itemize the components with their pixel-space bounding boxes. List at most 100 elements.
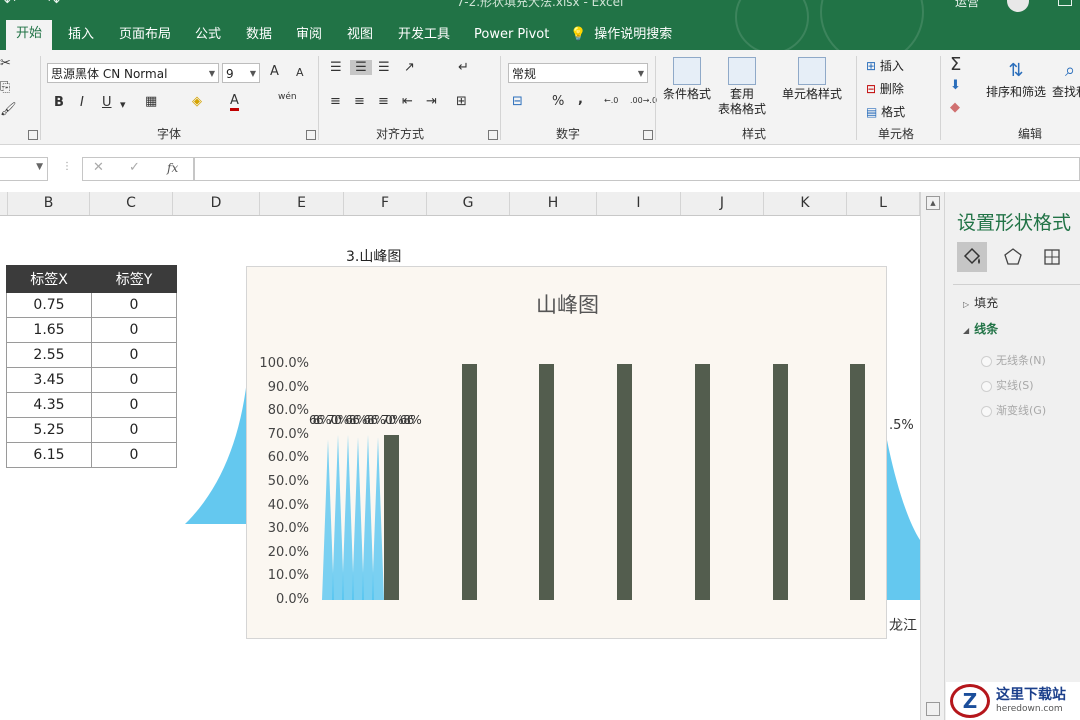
orientation-icon[interactable]: ↗: [404, 60, 415, 75]
cancel-icon[interactable]: ✕: [93, 160, 104, 175]
column-header-h[interactable]: H: [510, 192, 597, 215]
tell-me-search[interactable]: 💡 操作说明搜索: [568, 24, 674, 46]
insert-function-button[interactable]: fx: [167, 161, 178, 175]
table-cell[interactable]: 1.65: [6, 317, 92, 343]
table-cell[interactable]: 0: [91, 367, 177, 393]
format-cells-button[interactable]: ▤ 格式: [866, 103, 905, 120]
column-header-e[interactable]: E: [260, 192, 344, 215]
column-header-f[interactable]: F: [344, 192, 427, 215]
table-cell[interactable]: 5.25: [6, 417, 92, 443]
comma-button[interactable]: ,: [578, 92, 583, 107]
find-select-button[interactable]: ⌕ 查找和: [1052, 57, 1080, 100]
section-fill[interactable]: ▷ 填充: [963, 294, 998, 311]
table-cell[interactable]: 0.75: [6, 292, 92, 318]
chart-peak[interactable]: [362, 434, 374, 600]
cut-icon[interactable]: ✂: [0, 56, 11, 71]
fill-icon[interactable]: ⬇: [950, 78, 961, 93]
chart-peak[interactable]: [322, 439, 334, 600]
chart-peak[interactable]: [332, 434, 344, 600]
table-cell[interactable]: 0: [91, 442, 177, 468]
align-middle-icon[interactable]: ☰: [350, 60, 372, 75]
decrease-indent-icon[interactable]: ⇤: [402, 94, 413, 109]
formula-input[interactable]: [194, 157, 1080, 181]
section-title-cell[interactable]: 3.山峰图: [346, 246, 401, 266]
table-cell[interactable]: 0: [91, 342, 177, 368]
accounting-format-icon[interactable]: ⊟: [512, 94, 523, 109]
grow-font-button[interactable]: A: [270, 64, 279, 79]
scroll-down-icon[interactable]: [926, 702, 940, 716]
column-header-prev[interactable]: [0, 192, 8, 215]
alignment-launcher-icon[interactable]: [488, 130, 498, 140]
number-launcher-icon[interactable]: [643, 130, 653, 140]
chart-bar[interactable]: [850, 364, 866, 600]
chart-bar[interactable]: [694, 364, 710, 600]
column-header-j[interactable]: J: [681, 192, 764, 215]
tab-data[interactable]: 数据: [244, 24, 274, 46]
table-cell[interactable]: 6.15: [6, 442, 92, 468]
align-left-icon[interactable]: ≡: [330, 94, 341, 109]
radio-solid-line[interactable]: 实线(S): [981, 377, 1034, 393]
font-size-combo[interactable]: 9 ▼: [222, 63, 260, 83]
merge-center-icon[interactable]: ⊞: [456, 94, 467, 109]
chart-bar[interactable]: [539, 364, 555, 600]
section-line[interactable]: ◢ 线条: [963, 320, 998, 337]
sort-filter-button[interactable]: ⇅ 排序和筛选: [986, 57, 1046, 100]
restore-icon[interactable]: [1058, 0, 1072, 6]
cell-styles-button[interactable]: 单元格样式: [782, 57, 842, 102]
chart-bar[interactable]: [617, 364, 633, 600]
number-format-combo[interactable]: 常规 ▼: [508, 63, 648, 83]
name-box[interactable]: ▼: [0, 157, 48, 181]
column-header-i[interactable]: I: [597, 192, 681, 215]
delete-cells-button[interactable]: ⊟ 删除: [866, 80, 904, 97]
font-color-icon[interactable]: A: [230, 94, 239, 111]
phonetic-button[interactable]: wén: [278, 92, 297, 102]
column-header-g[interactable]: G: [427, 192, 510, 215]
chart-peak[interactable]: [352, 437, 364, 600]
column-header-d[interactable]: D: [173, 192, 260, 215]
user-name[interactable]: 运营: [955, 0, 979, 10]
size-properties-tab[interactable]: [1037, 242, 1067, 272]
decrease-decimal-button[interactable]: .00→.0: [630, 96, 657, 105]
autosum-icon[interactable]: Σ: [950, 54, 961, 75]
increase-indent-icon[interactable]: ⇥: [426, 94, 437, 109]
table-cell[interactable]: 0: [91, 292, 177, 318]
align-bottom-icon[interactable]: ☰: [378, 60, 390, 75]
underline-button[interactable]: U: [102, 95, 112, 110]
chart-bar[interactable]: [772, 364, 788, 600]
font-name-combo[interactable]: 思源黑体 CN Normal ▼: [47, 63, 219, 83]
italic-button[interactable]: I: [80, 95, 84, 110]
copy-icon[interactable]: ⎘: [0, 80, 10, 95]
chart-area[interactable]: 山峰图 100.0% 90.0% 80.0% 70.0% 60.0% 50.0% 40.0%…: [246, 266, 887, 639]
format-as-table-button[interactable]: 套用 表格格式: [718, 57, 766, 117]
bold-button[interactable]: B: [54, 95, 64, 110]
table-cell[interactable]: 4.35: [6, 392, 92, 418]
insert-cells-button[interactable]: ⊞ 插入: [866, 57, 904, 74]
radio-no-line[interactable]: 无线条(N): [981, 352, 1046, 368]
vertical-scrollbar[interactable]: ▲: [920, 192, 945, 720]
scroll-up-icon[interactable]: ▲: [926, 196, 940, 210]
tab-view[interactable]: 视图: [345, 24, 375, 46]
enter-icon[interactable]: ✓: [129, 160, 140, 175]
shrink-font-button[interactable]: A: [296, 66, 304, 79]
align-top-icon[interactable]: ☰: [330, 60, 342, 75]
chart-bar[interactable]: [461, 364, 477, 600]
chart-peak[interactable]: [342, 434, 354, 600]
table-cell[interactable]: 0: [91, 417, 177, 443]
tab-developer[interactable]: 开发工具: [396, 24, 452, 46]
tab-home[interactable]: 开始: [6, 20, 53, 50]
increase-decimal-button[interactable]: ←.0: [604, 96, 618, 105]
font-launcher-icon[interactable]: [306, 130, 316, 140]
align-center-icon[interactable]: ≡: [354, 94, 365, 109]
tab-insert[interactable]: 插入: [66, 24, 96, 46]
tab-page-layout[interactable]: 页面布局: [117, 24, 173, 46]
column-header-l[interactable]: L: [847, 192, 920, 215]
table-cell[interactable]: 2.55: [6, 342, 92, 368]
wrap-text-icon[interactable]: ↵: [458, 60, 469, 75]
tab-formulas[interactable]: 公式: [193, 24, 223, 46]
avatar[interactable]: [1007, 0, 1029, 12]
conditional-format-button[interactable]: 条件格式: [663, 57, 711, 102]
clear-icon[interactable]: ◆: [950, 100, 960, 115]
column-header-c[interactable]: C: [90, 192, 173, 215]
radio-gradient-line[interactable]: 渐变线(G): [981, 402, 1046, 418]
tab-power-pivot[interactable]: Power Pivot: [472, 24, 551, 46]
